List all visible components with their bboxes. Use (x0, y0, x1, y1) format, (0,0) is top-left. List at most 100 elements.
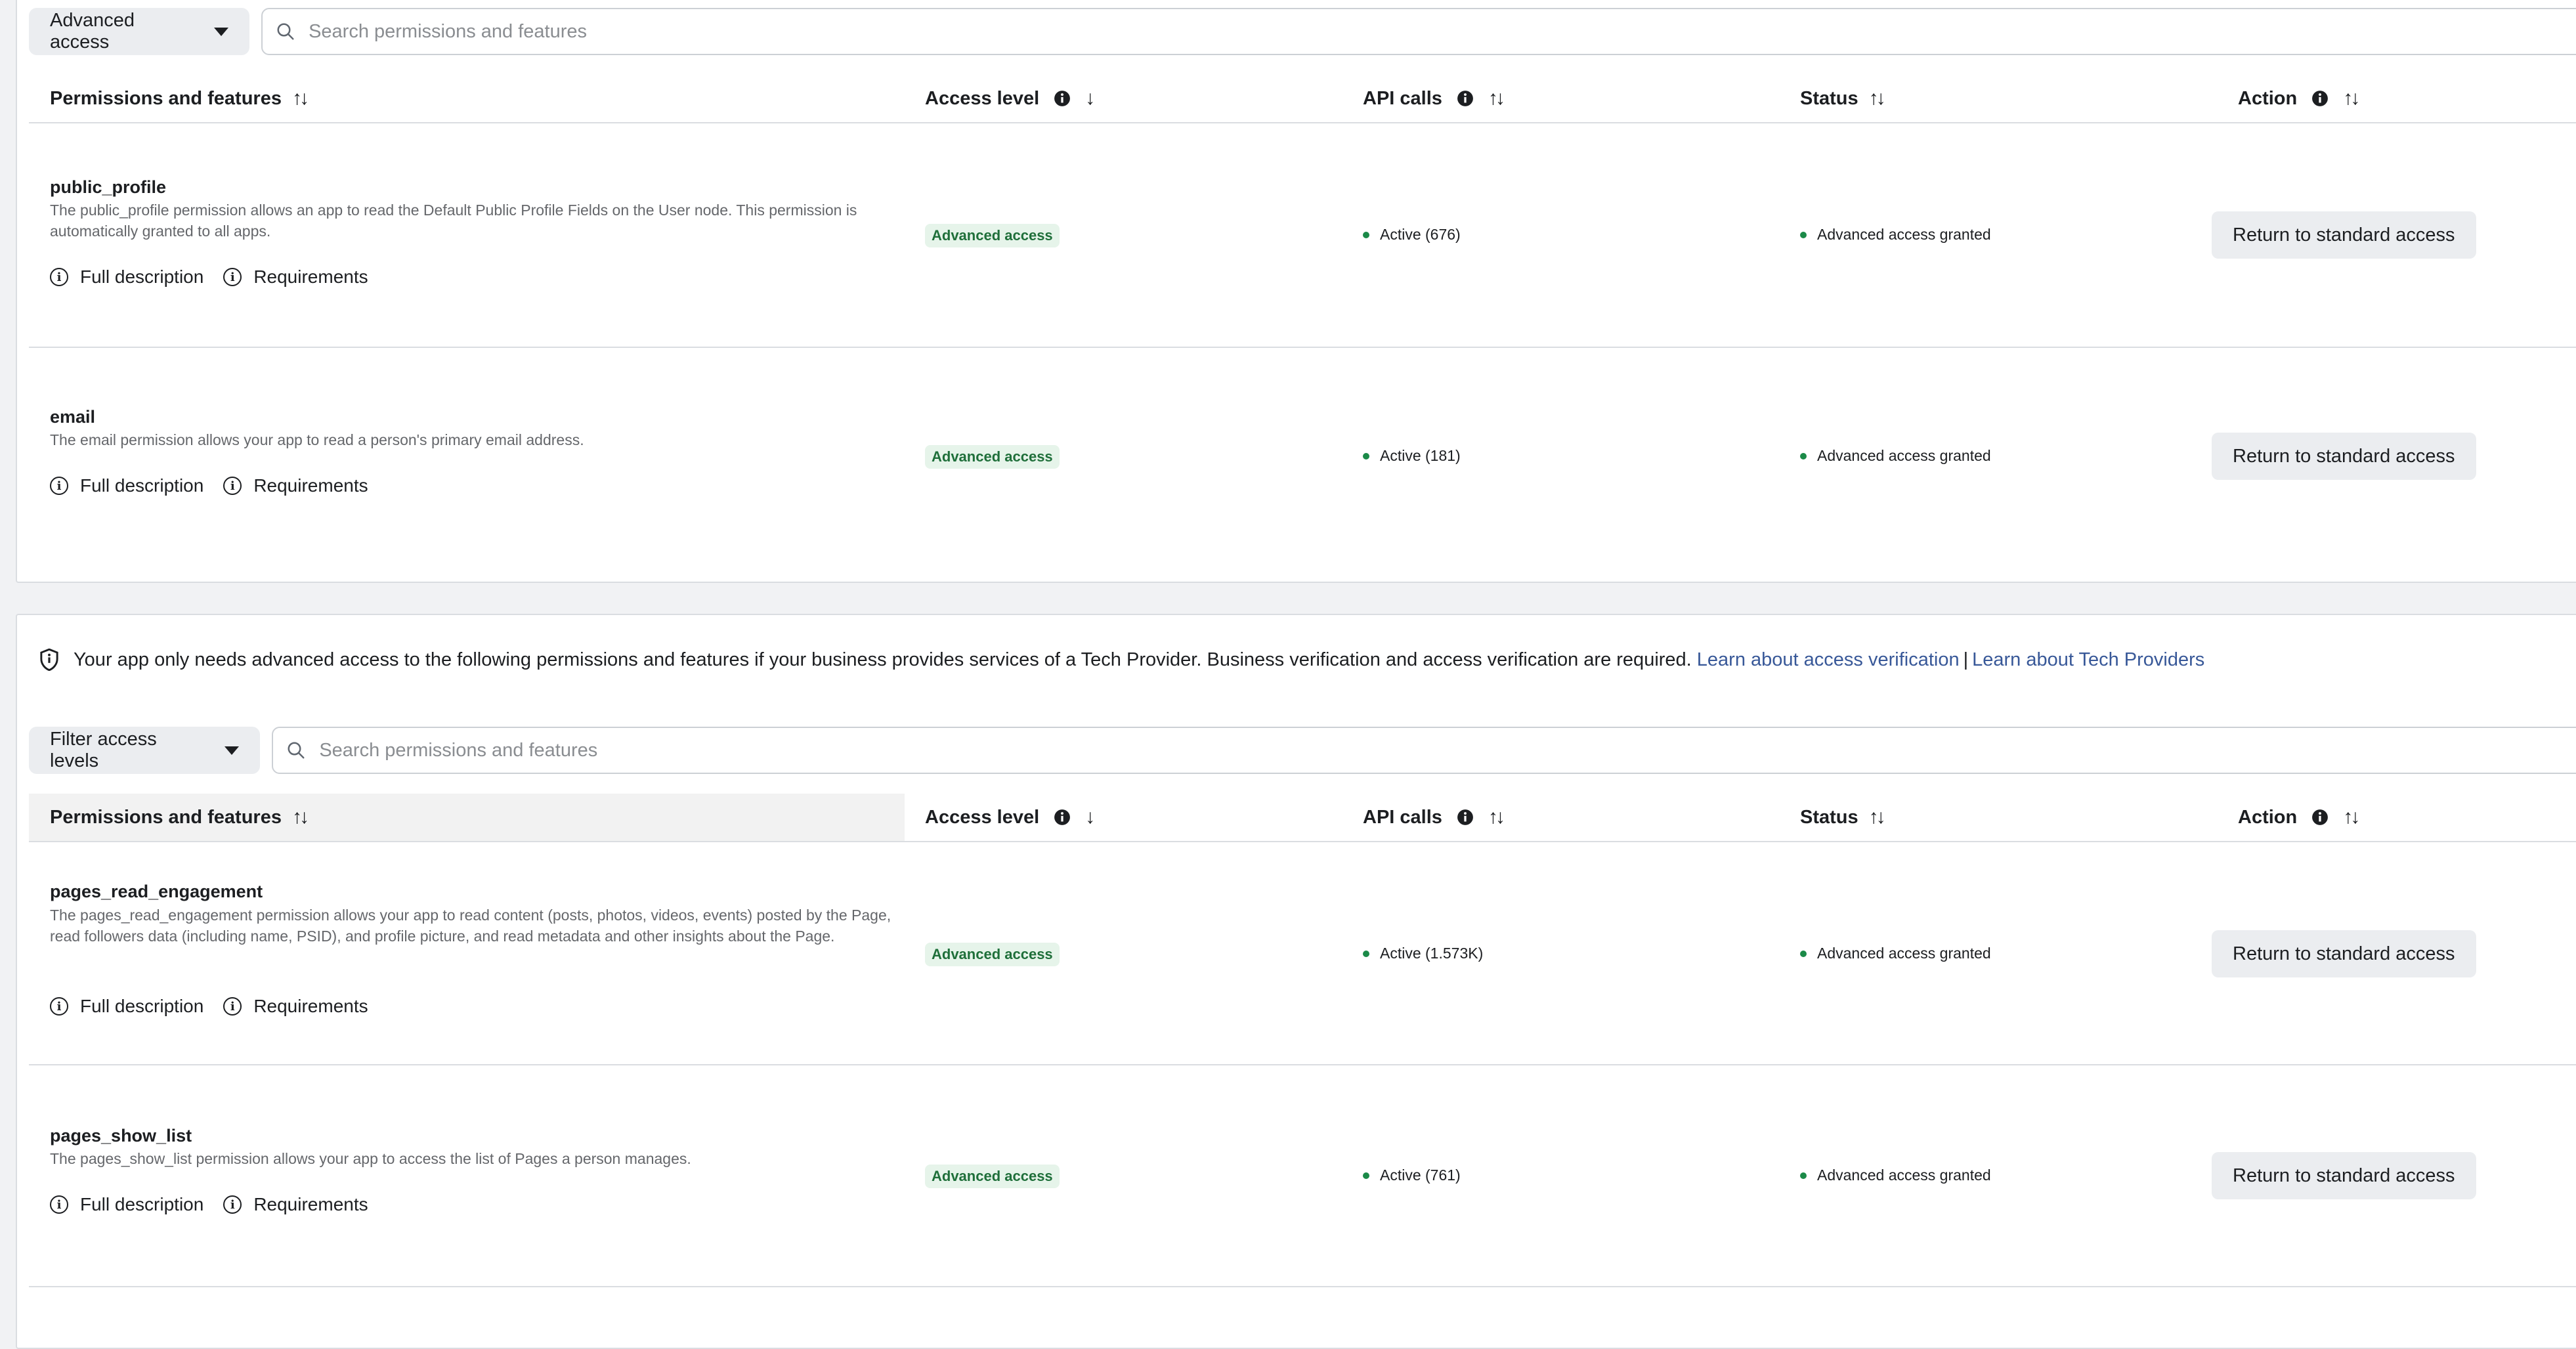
row-links: i Full description i Requirements (50, 475, 388, 496)
return-to-standard-button[interactable]: Return to standard access (2212, 211, 2476, 259)
status-dot (1800, 1172, 1807, 1179)
info-icon[interactable] (2311, 90, 2329, 107)
table-row: pages_show_list The pages_show_list perm… (29, 1064, 2576, 1287)
info-circle-icon: i (50, 1195, 68, 1214)
sort-icon[interactable]: ↑↓ (2343, 806, 2360, 828)
info-circle-icon: i (50, 997, 68, 1016)
caret-down-icon (214, 27, 229, 36)
sort-down-icon[interactable]: ↓ (1085, 806, 1095, 828)
sort-down-icon[interactable]: ↓ (1085, 87, 1095, 110)
full-description-link[interactable]: i Full description (50, 267, 204, 288)
column-header-permissions[interactable]: Permissions and features ↑↓ (29, 794, 905, 841)
tech-provider-notice: Your app only needs advanced access to t… (29, 636, 2204, 683)
sort-icon[interactable]: ↑↓ (1488, 87, 1505, 110)
full-description-link[interactable]: i Full description (50, 996, 204, 1017)
sort-icon[interactable]: ↑↓ (1869, 87, 1886, 110)
status-value: Advanced access granted (1800, 945, 1991, 962)
status-dot (1800, 231, 1807, 238)
toolbar: Advanced access (29, 8, 2576, 55)
permission-description: The public_profile permission allows an … (50, 202, 857, 240)
toolbar: Filter access levels (29, 727, 2576, 774)
access-filter-dropdown[interactable]: Filter access levels (29, 727, 261, 774)
column-header-api-calls[interactable]: API calls ↑↓ (1363, 75, 1505, 122)
status-dot (1363, 231, 1369, 238)
status-value: Advanced access granted (1800, 1167, 1991, 1184)
search-input[interactable] (307, 20, 2280, 43)
return-to-standard-button[interactable]: Return to standard access (2212, 930, 2476, 977)
column-header-access-level[interactable]: Access level ↓ (925, 794, 1095, 841)
table-row: public_profile The public_profile permis… (29, 123, 2576, 348)
api-calls-value: Active (1.573K) (1363, 945, 1483, 962)
notice-text: Your app only needs advanced access to t… (74, 649, 1692, 670)
requirements-link[interactable]: i Requirements (223, 267, 368, 288)
sort-icon[interactable]: ↑↓ (1488, 806, 1505, 828)
full-description-link[interactable]: i Full description (50, 1194, 204, 1215)
return-to-standard-button[interactable]: Return to standard access (2212, 433, 2476, 480)
row-links: i Full description i Requirements (50, 996, 388, 1017)
column-header-permissions[interactable]: Permissions and features ↑↓ (50, 75, 309, 122)
sort-icon[interactable]: ↑↓ (292, 87, 309, 110)
info-icon[interactable] (1457, 809, 1474, 826)
learn-tech-providers-link[interactable]: Learn about Tech Providers (1972, 649, 2204, 671)
full-description-link[interactable]: i Full description (50, 475, 204, 496)
search-field[interactable] (261, 8, 2576, 55)
access-level-badge: Advanced access (925, 943, 1060, 966)
info-circle-icon: i (50, 268, 68, 286)
permission-name: pages_show_list (50, 1126, 192, 1146)
access-level-badge: Advanced access (925, 224, 1060, 247)
requirements-link[interactable]: i Requirements (223, 1194, 368, 1215)
search-input[interactable] (318, 739, 2290, 762)
info-icon[interactable] (2311, 809, 2329, 826)
row-links: i Full description i Requirements (50, 1194, 388, 1215)
notice-separator: | (1963, 649, 1969, 670)
status-dot (1363, 452, 1369, 460)
info-circle-icon: i (223, 477, 242, 495)
column-header-status[interactable]: Status ↑↓ (1800, 75, 1886, 122)
permission-description: The pages_show_list permission allows yo… (50, 1150, 691, 1167)
info-circle-icon: i (50, 477, 68, 495)
access-filter-dropdown[interactable]: Advanced access (29, 8, 250, 55)
permissions-panel-tech-provider: Your app only needs advanced access to t… (16, 614, 2576, 1349)
access-level-badge: Advanced access (925, 445, 1060, 469)
learn-access-verification-link[interactable]: Learn about access verification (1697, 649, 1960, 671)
status-dot (1800, 950, 1807, 957)
info-icon[interactable] (1457, 90, 1474, 107)
access-filter-label: Advanced access (50, 10, 135, 53)
permission-description: The pages_read_engagement permission all… (50, 907, 891, 945)
return-to-standard-button[interactable]: Return to standard access (2212, 1152, 2476, 1199)
requirements-link[interactable]: i Requirements (223, 475, 368, 496)
table-header: Permissions and features ↑↓ Access level … (29, 794, 2576, 842)
column-header-action[interactable]: Action ↑↓ (2238, 75, 2360, 122)
status-dot (1363, 1172, 1369, 1179)
api-calls-value: Active (761) (1363, 1167, 1461, 1184)
table-header: Permissions and features ↑↓ Access level … (29, 75, 2576, 123)
caret-down-icon (225, 746, 240, 755)
sort-icon[interactable]: ↑↓ (292, 806, 309, 828)
table-row: email The email permission allows your a… (29, 347, 2576, 580)
shield-icon (40, 649, 58, 671)
info-circle-icon: i (223, 1195, 242, 1214)
status-value: Advanced access granted (1800, 447, 1991, 465)
status-value: Advanced access granted (1800, 226, 1991, 244)
table-row: pages_read_engagement The pages_read_eng… (29, 842, 2576, 1065)
info-icon[interactable] (1054, 90, 1071, 107)
sort-icon[interactable]: ↑↓ (1869, 806, 1886, 828)
info-circle-icon: i (223, 268, 242, 286)
permission-name: pages_read_engagement (50, 882, 263, 901)
column-header-action[interactable]: Action ↑↓ (2238, 794, 2360, 841)
row-links: i Full description i Requirements (50, 267, 388, 288)
column-header-status[interactable]: Status ↑↓ (1800, 794, 1886, 841)
column-header-access-level[interactable]: Access level ↓ (925, 75, 1095, 122)
search-field[interactable] (272, 727, 2576, 774)
permission-name: public_profile (50, 177, 167, 197)
access-filter-label: Filter access levels (50, 729, 157, 771)
status-dot (1800, 452, 1807, 460)
sort-icon[interactable]: ↑↓ (2343, 87, 2360, 110)
api-calls-value: Active (676) (1363, 226, 1461, 244)
info-icon[interactable] (1054, 809, 1071, 826)
column-header-api-calls[interactable]: API calls ↑↓ (1363, 794, 1505, 841)
status-dot (1363, 950, 1369, 957)
info-circle-icon: i (223, 997, 242, 1016)
requirements-link[interactable]: i Requirements (223, 996, 368, 1017)
search-icon (277, 23, 294, 40)
